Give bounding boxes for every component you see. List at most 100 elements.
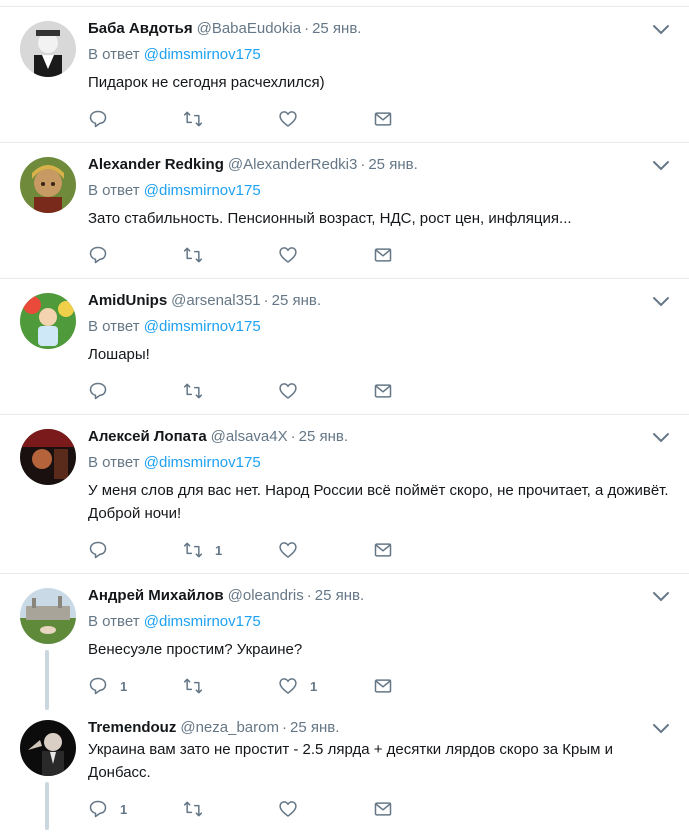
tweet-timestamp[interactable]: 25 янв.: [299, 428, 348, 445]
user-handle[interactable]: @BabaEudokia: [197, 20, 301, 37]
user-fullname[interactable]: Андрей Михайлов: [88, 587, 224, 604]
tweet[interactable]: Tremendouz @neza_barom · 25 янв. Украина ва…: [0, 712, 689, 830]
retweet-button[interactable]: [183, 799, 278, 819]
reply-to-link[interactable]: @dimsmirnov175: [144, 613, 261, 630]
retweet-icon: [183, 247, 203, 263]
chevron-down-icon[interactable]: [651, 159, 671, 173]
dm-button[interactable]: [373, 245, 468, 265]
tweet-header: Андрей Михайлов @oleandris · 25 янв.: [88, 586, 673, 606]
dm-button[interactable]: [373, 676, 468, 696]
separator-dot: ·: [360, 156, 366, 173]
tweet-text: Венесуэле простим? Украине?: [88, 641, 303, 658]
envelope-icon: [374, 248, 392, 262]
avatar[interactable]: [20, 429, 76, 485]
retweet-button[interactable]: [183, 381, 278, 401]
dm-button[interactable]: [373, 381, 468, 401]
retweet-button[interactable]: [183, 109, 278, 129]
user-fullname[interactable]: Tremendouz: [88, 719, 176, 736]
tweet-text: Зато стабильность. Пенсионный возраст, Н…: [88, 210, 572, 227]
reply-prefix: В ответ: [88, 182, 140, 199]
separator-dot: ·: [281, 719, 287, 736]
tweet-timestamp[interactable]: 25 янв.: [290, 719, 339, 736]
reply-count: 1: [120, 678, 128, 694]
heart-icon: [279, 247, 297, 263]
user-handle[interactable]: @neza_barom: [180, 719, 279, 736]
chevron-down-icon[interactable]: [651, 23, 671, 37]
tweet-timestamp[interactable]: 25 янв.: [272, 292, 321, 309]
user-fullname[interactable]: Алексей Лопата: [88, 428, 207, 445]
reply-context: В ответ @dimsmirnov175: [88, 612, 673, 632]
reply-button[interactable]: [88, 245, 183, 265]
retweet-count: 1: [215, 542, 223, 558]
chevron-down-icon[interactable]: [651, 431, 671, 445]
avatar[interactable]: [20, 588, 76, 644]
reply-button[interactable]: 1: [88, 676, 183, 696]
dm-button[interactable]: [373, 109, 468, 129]
envelope-icon: [374, 679, 392, 693]
like-button[interactable]: [278, 799, 373, 819]
reply-prefix: В ответ: [88, 454, 140, 471]
tweet[interactable]: AmidUnips @arsenal351 · 25 янв. В ответ @di…: [0, 279, 689, 415]
user-fullname[interactable]: Alexander Redking: [88, 156, 224, 173]
avatar[interactable]: [20, 720, 76, 776]
heart-icon: [279, 383, 297, 399]
retweet-button[interactable]: [183, 676, 278, 696]
tweet[interactable]: Баба Авдотья @BabaEudokia · 25 янв. В ответ…: [0, 7, 689, 143]
tweet-header: Tremendouz @neza_barom · 25 янв.: [88, 718, 673, 738]
avatar[interactable]: [20, 21, 76, 77]
tweet[interactable]: Андрей Михайлов @oleandris · 25 янв. В отве…: [0, 574, 689, 712]
tweet-timestamp[interactable]: 25 янв.: [312, 20, 361, 37]
chevron-down-icon[interactable]: [651, 295, 671, 309]
reply-to-link[interactable]: @dimsmirnov175: [144, 182, 261, 199]
reply-icon: [89, 677, 107, 695]
reply-to-link[interactable]: @dimsmirnov175: [144, 318, 261, 335]
reply-context: В ответ @dimsmirnov175: [88, 45, 673, 65]
reply-prefix: В ответ: [88, 613, 140, 630]
like-button[interactable]: [278, 109, 373, 129]
reply-button[interactable]: [88, 540, 183, 560]
reply-button[interactable]: [88, 381, 183, 401]
user-handle[interactable]: @AlexanderRedki3: [228, 156, 357, 173]
user-handle[interactable]: @alsava4X: [211, 428, 288, 445]
tweet-text: У меня слов для вас нет. Народ России вс…: [88, 482, 669, 522]
tweet-actions: [88, 368, 673, 414]
like-button[interactable]: [278, 381, 373, 401]
chevron-down-icon[interactable]: [651, 722, 671, 736]
dm-button[interactable]: [373, 799, 468, 819]
like-button[interactable]: [278, 245, 373, 265]
heart-icon: [279, 111, 297, 127]
reply-button[interactable]: 1: [88, 799, 183, 819]
user-fullname[interactable]: AmidUnips: [88, 292, 167, 309]
tweet[interactable]: Alexander Redking @AlexanderRedki3 · 25 янв…: [0, 143, 689, 279]
retweet-icon: [183, 111, 203, 127]
tweet-header: Alexander Redking @AlexanderRedki3 · 25 янв…: [88, 155, 673, 175]
avatar[interactable]: [20, 293, 76, 349]
tweet-actions: [88, 96, 673, 142]
heart-icon: [279, 801, 297, 817]
tweet-header: AmidUnips @arsenal351 · 25 янв.: [88, 291, 673, 311]
chevron-down-icon[interactable]: [651, 590, 671, 604]
reply-to-link[interactable]: @dimsmirnov175: [144, 46, 261, 63]
reply-icon: [89, 110, 107, 128]
user-handle[interactable]: @arsenal351: [171, 292, 260, 309]
reply-to-link[interactable]: @dimsmirnov175: [144, 454, 261, 471]
dm-button[interactable]: [373, 540, 468, 560]
tweet-actions: 1: [88, 527, 673, 573]
like-button[interactable]: 1: [278, 676, 373, 696]
reply-button[interactable]: [88, 109, 183, 129]
tweet[interactable]: Алексей Лопата @alsava4X · 25 янв. В ответ …: [0, 415, 689, 574]
tweet-timestamp[interactable]: 25 янв.: [315, 587, 364, 604]
user-handle[interactable]: @oleandris: [228, 587, 304, 604]
tweet-timestamp[interactable]: 25 янв.: [368, 156, 417, 173]
retweet-button[interactable]: [183, 245, 278, 265]
avatar[interactable]: [20, 157, 76, 213]
like-button[interactable]: [278, 540, 373, 560]
like-count: 1: [310, 678, 318, 694]
retweet-icon: [183, 801, 203, 817]
reply-context: В ответ @dimsmirnov175: [88, 317, 673, 337]
user-fullname[interactable]: Баба Авдотья: [88, 20, 193, 37]
retweet-button[interactable]: 1: [183, 540, 278, 560]
separator-dot: ·: [290, 428, 296, 445]
heart-icon: [279, 678, 297, 694]
retweet-icon: [183, 383, 203, 399]
